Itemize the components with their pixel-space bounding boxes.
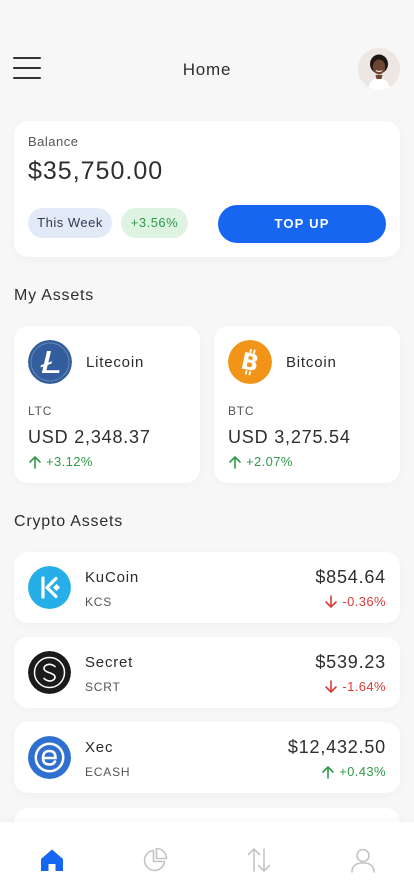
coin-price: $539.23 (315, 652, 386, 672)
asset-name: Litecoin (86, 354, 145, 371)
avatar-icon (358, 48, 400, 90)
asset-name: Bitcoin (286, 354, 337, 371)
avatar[interactable] (358, 48, 400, 90)
coin-name: Secret (85, 654, 134, 671)
asset-change-value: +3.12% (46, 454, 93, 469)
asset-symbol: LTC (28, 404, 53, 418)
coin-change-value: +0.43% (339, 764, 386, 779)
pie-chart-icon (143, 847, 168, 872)
nav-portfolio[interactable] (141, 846, 169, 874)
asset-value: USD 3,275.54 (228, 427, 351, 447)
coin-change: +0.43% (321, 764, 386, 779)
coin-name: Xec (85, 739, 114, 756)
arrow-down-icon (325, 594, 338, 608)
arrow-down-icon (325, 679, 338, 693)
asset-symbol: BTC (228, 404, 255, 418)
asset-card-bitcoin[interactable]: B Bitcoin BTC USD 3,275.54 +2.07% (214, 326, 400, 483)
kucoin-icon (28, 566, 71, 609)
top-up-button[interactable]: TOP UP (218, 205, 386, 243)
balance-value: $35,750.00 (28, 157, 164, 185)
arrow-up-icon (229, 455, 241, 469)
bitcoin-icon: B (228, 340, 272, 384)
page-title: Home (182, 60, 232, 79)
nav-transfer[interactable] (245, 846, 273, 874)
arrow-up-icon (322, 765, 334, 779)
period-selector[interactable]: This Week (28, 208, 112, 238)
transfer-arrows-icon (247, 848, 271, 872)
coin-name: KuCoin (85, 569, 139, 586)
asset-change: +2.07% (228, 454, 293, 469)
profile-icon (351, 848, 375, 873)
coin-change-value: -0.36% (342, 594, 386, 609)
litecoin-icon (28, 340, 72, 384)
home-icon (41, 849, 63, 871)
coin-symbol: SCRT (85, 680, 121, 694)
asset-value: USD 2,348.37 (28, 427, 151, 447)
asset-change: +3.12% (28, 454, 93, 469)
arrow-up-icon (29, 455, 41, 469)
coin-change: -0.36% (324, 594, 386, 609)
coin-price: $12,432.50 (287, 737, 386, 757)
top-bar: Home (0, 46, 414, 92)
my-assets-title: My Assets (14, 287, 95, 304)
balance-label: Balance (28, 134, 79, 149)
nav-profile[interactable] (349, 846, 377, 874)
list-item-kucoin[interactable]: KuCoin KCS $854.64 -0.36% (14, 552, 400, 623)
bottom-nav (0, 822, 414, 896)
coin-change: -1.64% (324, 679, 386, 694)
balance-card: Balance $35,750.00 This Week +3.56% TOP … (14, 121, 400, 257)
crypto-assets-title: Crypto Assets (14, 513, 124, 530)
nav-home[interactable] (38, 846, 66, 874)
coin-symbol: ECASH (85, 765, 131, 779)
coin-symbol: KCS (85, 595, 113, 609)
coin-change-value: -1.64% (342, 679, 386, 694)
asset-change-value: +2.07% (246, 454, 293, 469)
asset-card-litecoin[interactable]: Litecoin LTC USD 2,348.37 +3.12% (14, 326, 200, 483)
ecash-icon (28, 736, 71, 779)
list-item-xec[interactable]: Xec ECASH $12,432.50 +0.43% (14, 722, 400, 793)
secret-icon (28, 651, 71, 694)
coin-price: $854.64 (315, 567, 386, 587)
list-item-secret[interactable]: Secret SCRT $539.23 -1.64% (14, 637, 400, 708)
balance-change-badge: +3.56% (121, 208, 188, 238)
